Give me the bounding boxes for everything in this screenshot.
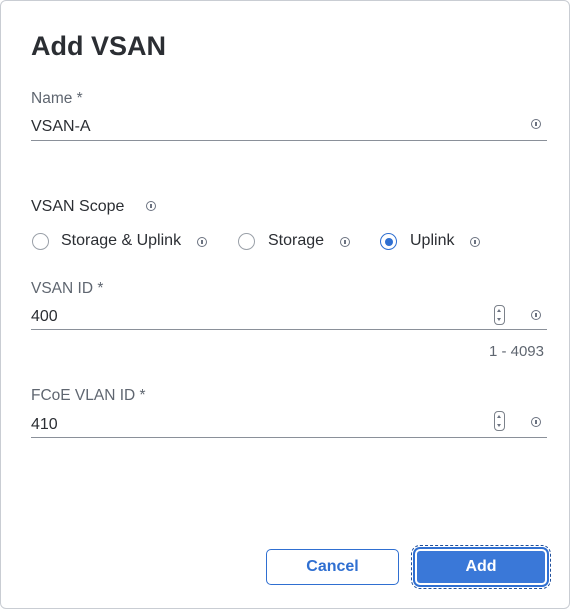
add-vsan-dialog: Add VSAN Name * VSAN-A VSAN Scope Storag…	[0, 0, 570, 609]
info-icon[interactable]	[531, 310, 541, 320]
info-icon[interactable]	[197, 237, 207, 247]
info-icon[interactable]	[340, 237, 350, 247]
stepper-up-icon[interactable]	[497, 415, 501, 418]
stepper-down-icon[interactable]	[497, 424, 501, 427]
dialog-title: Add VSAN	[31, 31, 166, 61]
name-input-underline	[31, 140, 547, 141]
fcoe-vlan-id-input[interactable]: 410	[31, 416, 58, 434]
vsan-scope-label: VSAN Scope	[31, 198, 125, 215]
name-input[interactable]: VSAN-A	[31, 118, 91, 136]
fcoe-vlan-id-underline	[31, 437, 547, 438]
radio-label-storage-and-uplink[interactable]: Storage & Uplink	[61, 232, 181, 250]
stepper-up-icon[interactable]	[497, 309, 501, 312]
add-button[interactable]: Add	[411, 545, 551, 589]
radio-storage-and-uplink[interactable]	[32, 233, 49, 250]
fcoe-vlan-id-label: FCoE VLAN ID *	[31, 387, 146, 404]
vsan-id-range-hint: 1 - 4093	[488, 343, 544, 360]
radio-uplink[interactable]	[380, 233, 397, 250]
radio-label-storage[interactable]: Storage	[268, 232, 324, 250]
fcoe-vlan-id-stepper-icon[interactable]	[494, 411, 505, 431]
vsan-id-underline	[31, 329, 547, 330]
vsan-id-input[interactable]: 400	[31, 308, 58, 326]
radio-label-uplink[interactable]: Uplink	[410, 232, 454, 250]
info-icon[interactable]	[531, 119, 541, 129]
info-icon[interactable]	[470, 237, 480, 247]
vsan-id-label: VSAN ID *	[31, 280, 104, 297]
radio-storage[interactable]	[238, 233, 255, 250]
name-label: Name *	[31, 90, 83, 107]
info-icon[interactable]	[531, 417, 541, 427]
vsan-id-stepper-icon[interactable]	[494, 305, 505, 325]
info-icon[interactable]	[146, 201, 156, 211]
cancel-button[interactable]: Cancel	[266, 549, 399, 585]
stepper-down-icon[interactable]	[497, 318, 501, 321]
